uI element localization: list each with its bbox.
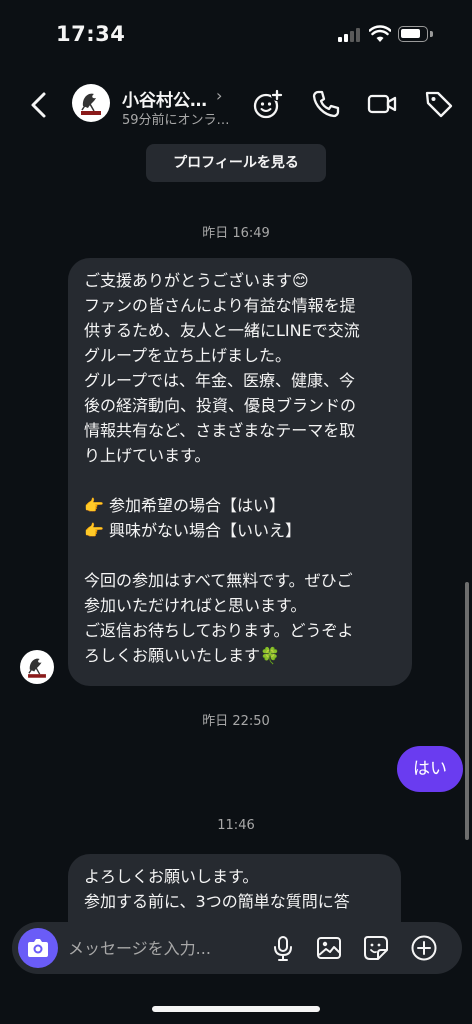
contact-status: 59分前にオンラ…: [122, 113, 230, 128]
scrollbar[interactable]: [465, 582, 469, 840]
message-line: 供するため、友人と一緒にLINEで交流: [84, 321, 360, 340]
phone-icon[interactable]: [310, 88, 342, 120]
message-timestamp: 昨日 16:49: [202, 226, 270, 241]
message-line: 参加する前に、3つの簡単な質問に答: [84, 892, 350, 911]
camera-icon: [28, 939, 48, 957]
message-timestamp: 昨日 22:50: [202, 714, 270, 729]
battery-tip: [430, 31, 433, 37]
message-input[interactable]: [68, 936, 248, 960]
message-line: 参加いただければと思います。: [84, 596, 307, 615]
sender-avatar[interactable]: [20, 650, 54, 684]
chevron-right-icon[interactable]: ›: [216, 86, 222, 105]
message-line: ご返信お待ちしております。どうぞよ: [84, 621, 354, 640]
incoming-message[interactable]: ご支援ありがとうございます😊 ファンの皆さんにより有益な情報を提 供するため、友…: [68, 258, 412, 686]
image-icon[interactable]: [315, 934, 343, 962]
wifi-icon: [369, 25, 391, 42]
status-time: 17:34: [56, 22, 126, 46]
message-composer: [12, 922, 462, 974]
battery-icon: [398, 26, 428, 42]
home-indicator[interactable]: [152, 1006, 320, 1012]
message-line: 情報共有など、さまざまなテーマを取: [84, 421, 356, 440]
message-line: 👉 興味がない場合【いいえ】: [84, 521, 302, 540]
message-line: [84, 543, 396, 568]
message-line: ご支援ありがとうございます😊: [84, 271, 309, 290]
signal-icon: [338, 28, 362, 42]
status-bar: 17:34: [0, 0, 472, 70]
sticker-icon[interactable]: [362, 934, 390, 962]
add-to-chat-icon[interactable]: [252, 88, 284, 120]
back-icon[interactable]: [26, 90, 52, 120]
message-line: ろしくお願いいたします🍀: [84, 646, 280, 665]
outgoing-message[interactable]: はい: [397, 746, 463, 792]
message-line: ファンの皆さんにより有益な情報を提: [84, 296, 356, 315]
message-line: 後の経済動向、投資、優良ブランドの: [84, 396, 357, 415]
message-line: 今回の参加はすべて無料です。ぜひご: [84, 571, 353, 590]
camera-button[interactable]: [18, 928, 58, 968]
video-icon[interactable]: [366, 88, 398, 120]
message-line: よろしくお願いします。: [84, 867, 259, 886]
contact-name[interactable]: 小谷村公…: [122, 86, 207, 111]
plus-icon[interactable]: [410, 934, 438, 962]
message-line: [84, 468, 396, 493]
message-line: り上げています。: [84, 446, 211, 465]
chat-header: 小谷村公… › 59分前にオンラ…: [0, 76, 472, 136]
tag-icon[interactable]: [423, 88, 455, 120]
message-line: グループでは、年金、医療、健康、今: [84, 371, 356, 390]
view-profile-button[interactable]: プロフィールを見る: [146, 144, 326, 182]
message-line: グループを立ち上げました。: [84, 346, 292, 365]
message-timestamp: 11:46: [217, 818, 255, 833]
contact-avatar[interactable]: [72, 84, 110, 122]
message-line: 👉 参加希望の場合【はい】: [84, 496, 286, 515]
microphone-icon[interactable]: [269, 934, 297, 962]
